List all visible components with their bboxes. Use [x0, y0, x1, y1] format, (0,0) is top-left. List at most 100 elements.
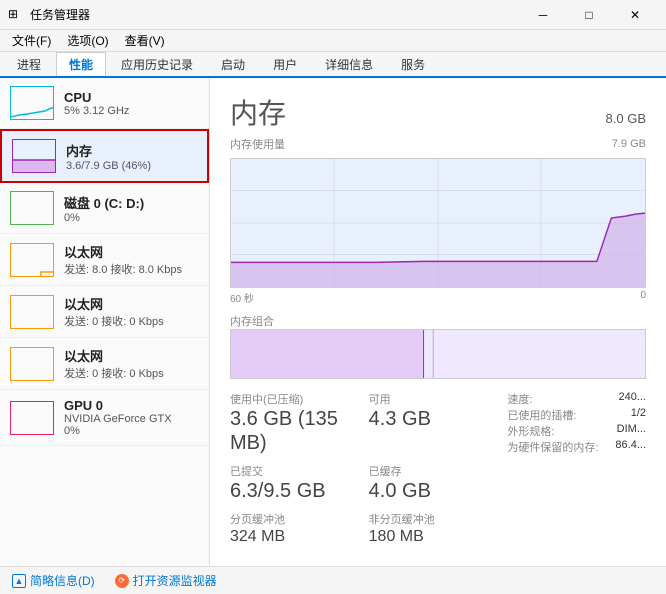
time-label-right: 0: [640, 290, 646, 305]
usage-chart: [230, 158, 646, 288]
stat-committed: 已提交 6.3/9.5 GB: [230, 463, 369, 503]
stat-reserved-value: 86.4...: [615, 439, 646, 455]
stat-slots-label: 已使用的插槽:: [507, 407, 576, 423]
stat-inuse-value: 3.6 GB (135 MB): [230, 407, 369, 455]
cpu-value: 5% 3.12 GHz: [64, 105, 199, 117]
time-label-left: 60 秒: [230, 290, 254, 305]
stat-available: 可用 4.3 GB: [369, 391, 508, 455]
right-total: 8.0 GB: [606, 111, 646, 126]
minimize-button[interactable]: ─: [520, 0, 566, 30]
composition-label: 内存组合: [230, 316, 274, 328]
tab-processes[interactable]: 进程: [4, 52, 54, 76]
right-panel: 内存 8.0 GB 内存使用量 7.9 GB: [210, 78, 666, 566]
eth1-value: 发送: 8.0 接收: 8.0 Kbps: [64, 261, 199, 277]
gpu-value2: 0%: [64, 425, 199, 437]
gpu-name: GPU 0: [64, 398, 199, 413]
stat-formfactor-value: DIM...: [617, 423, 646, 439]
stat-committed-label: 已提交: [230, 463, 369, 479]
tab-services[interactable]: 服务: [388, 52, 438, 76]
tab-users[interactable]: 用户: [260, 52, 310, 76]
tab-startup[interactable]: 启动: [208, 52, 258, 76]
composition-chart: [230, 329, 646, 379]
stat-speed-value: 240...: [618, 391, 646, 407]
stat-empty: [507, 463, 646, 503]
stat-paged-value: 324 MB: [230, 527, 369, 546]
stat-inuse-label: 使用中(已压缩): [230, 391, 369, 407]
eth1-mini-graph: [10, 243, 54, 277]
stat-available-value: 4.3 GB: [369, 407, 508, 431]
stat-slots-value: 1/2: [631, 407, 646, 423]
stat-reserved-label: 为硬件保留的内存:: [507, 439, 598, 455]
tab-bar: 进程 性能 应用历史记录 启动 用户 详细信息 服务: [0, 52, 666, 78]
eth3-name: 以太网: [64, 346, 199, 365]
stat-inuse: 使用中(已压缩) 3.6 GB (135 MB): [230, 391, 369, 455]
mem-name: 内存: [66, 141, 197, 160]
cpu-mini-graph: [10, 86, 54, 120]
stat-available-label: 可用: [369, 391, 508, 407]
bottom-bar: ▲ 简略信息(D) ⟳ 打开资源监视器: [0, 566, 666, 594]
eth2-info: 以太网 发送: 0 接收: 0 Kbps: [64, 294, 199, 329]
cpu-name: CPU: [64, 90, 199, 105]
disk-mini-graph: [10, 191, 54, 225]
title-text: 任务管理器: [30, 6, 90, 23]
monitor-icon: ⟳: [115, 574, 129, 588]
tab-app-history[interactable]: 应用历史记录: [108, 52, 206, 76]
gpu-mini-graph: [10, 401, 54, 435]
tab-details[interactable]: 详细信息: [312, 52, 386, 76]
cpu-info: CPU 5% 3.12 GHz: [64, 90, 199, 117]
summary-icon: ▲: [12, 574, 26, 588]
stat-speed-group: 速度: 240... 已使用的插槽: 1/2 外形规格: DIM... 为硬件保…: [507, 391, 646, 455]
gpu-value: NVIDIA GeForce GTX: [64, 413, 199, 425]
title-controls: ─ □ ✕: [520, 0, 658, 30]
left-item-eth1[interactable]: 以太网 发送: 8.0 接收: 8.0 Kbps: [0, 234, 209, 286]
stat-nonpaged-label: 非分页缓冲池: [369, 511, 508, 527]
eth2-mini-graph: [10, 295, 54, 329]
mem-mini-graph: [12, 139, 56, 173]
disk-name: 磁盘 0 (C: D:): [64, 193, 199, 212]
stat-speed-label: 速度:: [507, 391, 532, 407]
stat-nonpaged: 非分页缓冲池 180 MB: [369, 511, 508, 546]
disk-value: 0%: [64, 212, 199, 224]
stat-nonpaged-value: 180 MB: [369, 527, 508, 546]
monitor-label: 打开资源监视器: [133, 572, 217, 589]
main-content: CPU 5% 3.12 GHz 内存 3.6/7.9 GB (46%): [0, 78, 666, 566]
menu-bar: 文件(F) 选项(O) 查看(V): [0, 30, 666, 52]
menu-options[interactable]: 选项(O): [59, 30, 116, 51]
close-button[interactable]: ✕: [612, 0, 658, 30]
mem-info: 内存 3.6/7.9 GB (46%): [66, 141, 197, 172]
left-item-eth2[interactable]: 以太网 发送: 0 接收: 0 Kbps: [0, 286, 209, 338]
chart-time-labels: 60 秒 0: [230, 290, 646, 305]
stat-empty2: [507, 511, 646, 546]
summary-link[interactable]: ▲ 简略信息(D): [12, 572, 95, 589]
monitor-link[interactable]: ⟳ 打开资源监视器: [115, 572, 217, 589]
stat-cached: 已缓存 4.0 GB: [369, 463, 508, 503]
left-item-memory[interactable]: 内存 3.6/7.9 GB (46%): [0, 129, 209, 183]
left-item-disk[interactable]: 磁盘 0 (C: D:) 0%: [0, 183, 209, 234]
stat-committed-value: 6.3/9.5 GB: [230, 479, 369, 503]
title-bar: ⊞ 任务管理器 ─ □ ✕: [0, 0, 666, 30]
menu-view[interactable]: 查看(V): [117, 30, 173, 51]
eth3-mini-graph: [10, 347, 54, 381]
stat-cached-value: 4.0 GB: [369, 479, 508, 503]
eth1-name: 以太网: [64, 242, 199, 261]
stat-cached-label: 已缓存: [369, 463, 508, 479]
tab-performance[interactable]: 性能: [56, 52, 106, 76]
left-item-gpu[interactable]: GPU 0 NVIDIA GeForce GTX 0%: [0, 390, 209, 446]
stat-formfactor-label: 外形规格:: [507, 423, 554, 439]
menu-file[interactable]: 文件(F): [4, 30, 59, 51]
eth2-name: 以太网: [64, 294, 199, 313]
gpu-info: GPU 0 NVIDIA GeForce GTX 0%: [64, 398, 199, 437]
eth3-value: 发送: 0 接收: 0 Kbps: [64, 365, 199, 381]
title-bar-left: ⊞ 任务管理器: [8, 6, 90, 23]
disk-info: 磁盘 0 (C: D:) 0%: [64, 193, 199, 224]
eth3-info: 以太网 发送: 0 接收: 0 Kbps: [64, 346, 199, 381]
right-header: 内存 8.0 GB: [230, 92, 646, 132]
maximize-button[interactable]: □: [566, 0, 612, 30]
stats-grid: 使用中(已压缩) 3.6 GB (135 MB) 可用 4.3 GB 速度: 2…: [230, 391, 646, 546]
mem-value: 3.6/7.9 GB (46%): [66, 160, 197, 172]
left-panel: CPU 5% 3.12 GHz 内存 3.6/7.9 GB (46%): [0, 78, 210, 566]
left-item-eth3[interactable]: 以太网 发送: 0 接收: 0 Kbps: [0, 338, 209, 390]
eth1-info: 以太网 发送: 8.0 接收: 8.0 Kbps: [64, 242, 199, 277]
stat-paged-label: 分页缓冲池: [230, 511, 369, 527]
left-item-cpu[interactable]: CPU 5% 3.12 GHz: [0, 78, 209, 129]
